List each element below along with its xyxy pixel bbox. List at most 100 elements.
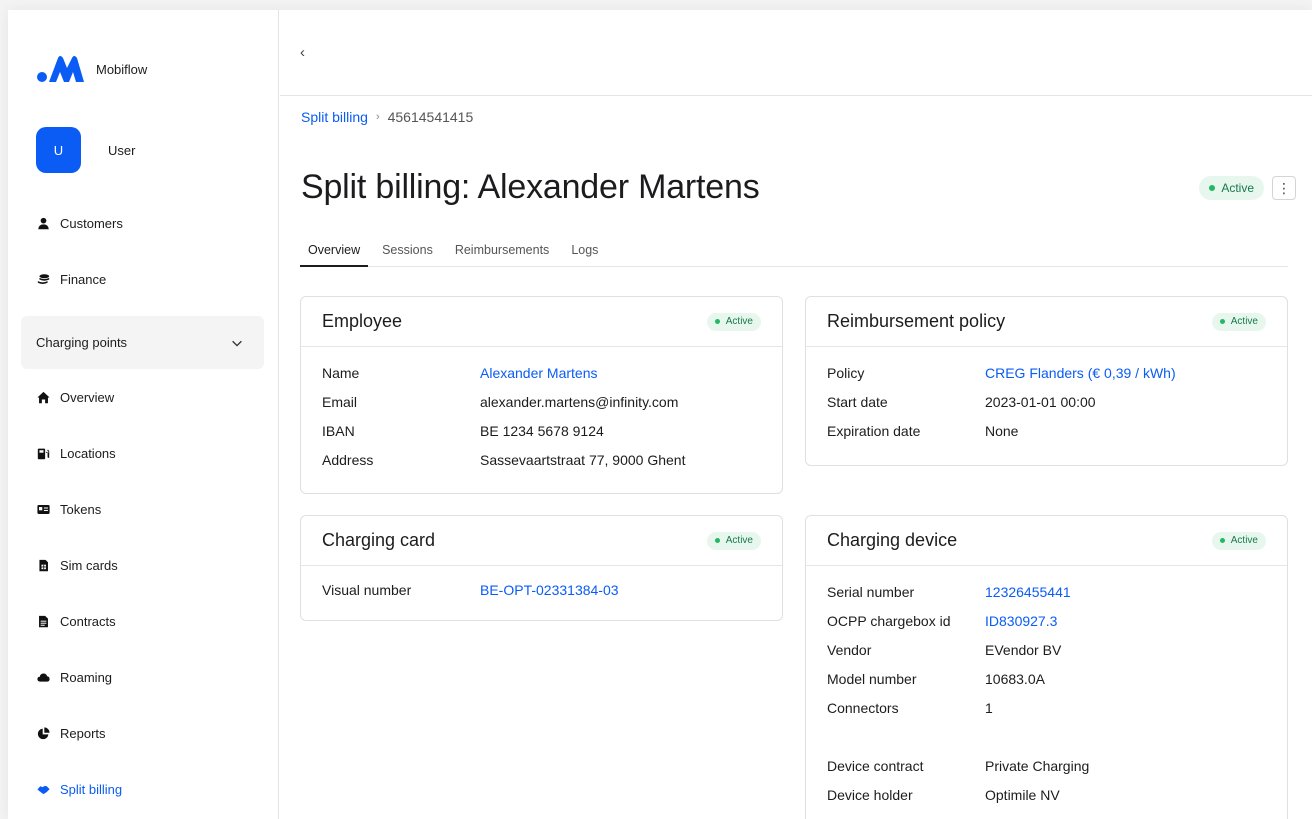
user-profile[interactable]: U User	[36, 127, 135, 173]
card-header: Charging card Active	[301, 516, 782, 566]
field-label: Model number	[827, 671, 917, 687]
field-row-device-contract: Device contract Private Charging	[827, 758, 1266, 787]
sidebar-item-label: Customers	[60, 216, 123, 231]
field-row-model-number: Model number 10683.0A	[827, 671, 1266, 700]
card-header: Reimbursement policy Active	[806, 297, 1287, 347]
field-value: None	[985, 423, 1019, 439]
person-icon	[36, 217, 50, 231]
field-value: Optimile NV	[985, 787, 1060, 803]
sidebar-item-reports[interactable]: Reports	[36, 726, 106, 741]
sidebar-group-charging-points[interactable]: Charging points	[21, 316, 264, 369]
serial-number-link[interactable]: 12326455441	[985, 584, 1071, 600]
sidebar-item-overview[interactable]: Overview	[36, 390, 114, 405]
status-badge: Active	[706, 312, 761, 331]
sidebar-item-contracts[interactable]: Contracts	[36, 614, 116, 629]
card-title: Charging card	[322, 530, 436, 550]
back-button[interactable]: ‹	[300, 44, 305, 61]
tab-bar: Overview Sessions Reimbursements Logs	[300, 243, 1288, 267]
field-row-serial-number: Serial number 12326455441	[827, 584, 1266, 613]
field-value: 2023-01-01 00:00	[985, 394, 1096, 410]
status-label: Active	[725, 535, 753, 546]
field-row-start-date: Start date 2023-01-01 00:00	[827, 394, 1266, 423]
field-row-name: Name Alexander Martens	[322, 365, 761, 394]
status-badge: Active	[1211, 312, 1266, 331]
field-value: Sassevaartstraat 77, 9000 Ghent	[480, 452, 686, 468]
charging-card-card: Charging card Active Visual number BE-OPT…	[300, 515, 783, 621]
employee-name-link[interactable]: Alexander Martens	[480, 365, 598, 381]
field-label: Expiration date	[827, 423, 921, 439]
handshake-icon	[36, 783, 50, 797]
field-row-connectors: Connectors 1	[827, 700, 1266, 729]
field-row-email: Email alexander.martens@infinity.com	[322, 394, 761, 423]
status-badge: Active	[1211, 531, 1266, 550]
status-dot-icon	[1209, 185, 1216, 191]
tab-sessions[interactable]: Sessions	[374, 243, 441, 267]
status-badge: Active	[706, 531, 761, 550]
avatar: U	[36, 127, 81, 173]
sidebar-item-split-billing[interactable]: Split billing	[36, 782, 122, 797]
sidebar-item-customers[interactable]: Customers	[36, 216, 123, 231]
field-row-expiration-date: Expiration date None	[827, 423, 1266, 452]
app-window: Mobiflow U User Customers Finance Chargi…	[8, 10, 1312, 819]
sidebar-item-roaming[interactable]: Roaming	[36, 670, 112, 685]
ocpp-id-link[interactable]: ID830927.3	[985, 613, 1057, 629]
charging-station-icon	[36, 447, 50, 461]
page-title: Split billing: Alexander Martens	[301, 168, 760, 206]
field-label: Device holder	[827, 787, 913, 803]
field-value: Private Charging	[985, 758, 1090, 774]
status-dot-icon	[1219, 538, 1225, 543]
id-card-icon	[36, 503, 50, 517]
tab-overview[interactable]: Overview	[300, 243, 369, 267]
visual-number-link[interactable]: BE-OPT-02331384-03	[480, 582, 619, 598]
status-label: Active	[725, 316, 753, 327]
sidebar-item-locations[interactable]: Locations	[36, 446, 116, 461]
breadcrumb-current: 45614541415	[387, 109, 474, 125]
sidebar-item-tokens[interactable]: Tokens	[36, 502, 101, 517]
breadcrumb-separator: ›	[375, 111, 380, 123]
sidebar-item-label: Overview	[60, 390, 115, 405]
card-title: Charging device	[827, 530, 958, 550]
file-icon	[36, 615, 50, 629]
field-row-iban: IBAN BE 1234 5678 9124	[322, 423, 761, 452]
field-label: Policy	[827, 365, 865, 381]
field-row-visual-number: Visual number BE-OPT-02331384-03	[322, 582, 761, 611]
status-label: Active	[1230, 535, 1258, 546]
tab-reimbursements[interactable]: Reimbursements	[447, 243, 557, 267]
field-label: Connectors	[827, 700, 899, 716]
status-label: Active	[1230, 316, 1258, 327]
status-dot-icon	[714, 319, 720, 324]
field-row-device-holder: Device holder Optimile NV	[827, 787, 1266, 816]
sidebar-item-sim-cards[interactable]: Sim cards	[36, 558, 118, 573]
breadcrumb-parent-link[interactable]: Split billing	[301, 109, 368, 125]
brand[interactable]: Mobiflow	[36, 54, 147, 84]
main-content: ‹ Split billing › 45614541415 Split bill…	[280, 10, 1312, 819]
field-row-vendor: Vendor EVendor BV	[827, 642, 1266, 671]
sidebar-item-label: Locations	[60, 446, 116, 461]
field-value: EVendor BV	[985, 642, 1062, 658]
more-options-button[interactable]: ⋮	[1272, 176, 1296, 200]
user-name: User	[108, 142, 136, 158]
sidebar-item-label: Finance	[60, 272, 107, 287]
sidebar-item-finance[interactable]: Finance	[36, 272, 106, 287]
sidebar-item-label: Roaming	[60, 670, 113, 685]
field-value: BE 1234 5678 9124	[480, 423, 604, 439]
field-label: IBAN	[322, 423, 355, 439]
field-label: Serial number	[827, 584, 915, 600]
sim-card-icon	[36, 559, 50, 573]
field-label: Vendor	[827, 642, 872, 658]
field-label: OCPP chargebox id	[827, 613, 951, 629]
sidebar-item-label: Sim cards	[60, 558, 118, 573]
policy-link[interactable]: CREG Flanders (€ 0,39 / kWh)	[985, 365, 1176, 381]
status-dot-icon	[714, 538, 720, 543]
card-header: Employee Active	[301, 297, 782, 347]
pie-chart-icon	[36, 727, 50, 741]
field-label: Start date	[827, 394, 888, 410]
card-title: Reimbursement policy	[827, 311, 1006, 331]
field-label: Visual number	[322, 582, 412, 598]
tab-logs[interactable]: Logs	[563, 243, 606, 267]
chevron-down-icon	[232, 340, 242, 347]
status-badge: Active	[1199, 176, 1264, 200]
brand-name: Mobiflow	[96, 61, 148, 77]
field-value: 10683.0A	[985, 671, 1045, 687]
status-label: Active	[1221, 181, 1254, 195]
